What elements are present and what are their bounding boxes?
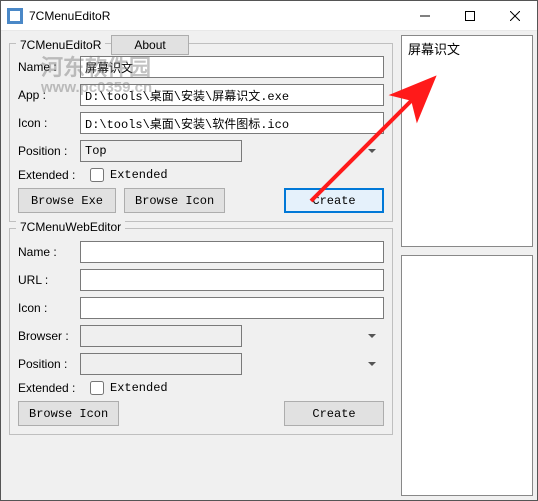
right-pane: 屏幕识文 xyxy=(401,31,537,500)
icon-label: Icon : xyxy=(18,116,80,130)
extended-label: Extended : xyxy=(18,168,90,182)
menu-editor-legend: 7CMenuEditoR xyxy=(16,38,105,52)
app-label: App : xyxy=(18,88,80,102)
web-extended-label: Extended : xyxy=(18,381,90,395)
position-select[interactable] xyxy=(80,140,242,162)
web-name-input[interactable] xyxy=(80,241,384,263)
left-pane: 7CMenuEditoR About Name : App : Icon : P… xyxy=(1,31,401,500)
body: 7CMenuEditoR About Name : App : Icon : P… xyxy=(1,31,537,500)
close-button[interactable] xyxy=(492,1,537,31)
browse-exe-button[interactable]: Browse Exe xyxy=(18,188,116,213)
web-extended-checkbox[interactable] xyxy=(90,381,104,395)
web-editor-legend: 7CMenuWebEditor xyxy=(16,220,125,234)
maximize-button[interactable] xyxy=(447,1,492,31)
name-label: Name : xyxy=(18,60,80,74)
list-item[interactable]: 屏幕识文 xyxy=(402,36,532,61)
browse-icon-button[interactable]: Browse Icon xyxy=(124,188,225,213)
web-browser-select[interactable] xyxy=(80,325,242,347)
name-input[interactable] xyxy=(80,56,384,78)
minimize-button[interactable] xyxy=(402,1,447,31)
app-input[interactable] xyxy=(80,84,384,106)
position-label: Position : xyxy=(18,144,80,158)
menu-editor-group: 7CMenuEditoR About Name : App : Icon : P… xyxy=(9,43,393,222)
web-extended-checkbox-label: Extended xyxy=(110,381,168,395)
titlebar: 7CMenuEditoR xyxy=(1,1,537,31)
web-browser-label: Browser : xyxy=(18,329,80,343)
web-icon-label: Icon : xyxy=(18,301,80,315)
web-editor-group: 7CMenuWebEditor Name : URL : Icon : Brow… xyxy=(9,228,393,435)
web-name-label: Name : xyxy=(18,245,80,259)
menu-list[interactable]: 屏幕识文 xyxy=(401,35,533,247)
web-create-button[interactable]: Create xyxy=(284,401,384,426)
extended-checkbox[interactable] xyxy=(90,168,104,182)
web-position-label: Position : xyxy=(18,357,80,371)
web-url-input[interactable] xyxy=(80,269,384,291)
window-title: 7CMenuEditoR xyxy=(29,9,402,23)
app-window: 7CMenuEditoR 7CMenuEditoR About Name : xyxy=(0,0,538,501)
web-url-label: URL : xyxy=(18,273,80,287)
web-position-select[interactable] xyxy=(80,353,242,375)
web-browse-icon-button[interactable]: Browse Icon xyxy=(18,401,119,426)
web-icon-input[interactable] xyxy=(80,297,384,319)
icon-input[interactable] xyxy=(80,112,384,134)
about-button[interactable]: About xyxy=(111,35,188,55)
web-menu-list[interactable] xyxy=(401,255,533,496)
extended-checkbox-label: Extended xyxy=(110,168,168,182)
create-button[interactable]: Create xyxy=(284,188,384,213)
app-icon xyxy=(7,8,23,24)
